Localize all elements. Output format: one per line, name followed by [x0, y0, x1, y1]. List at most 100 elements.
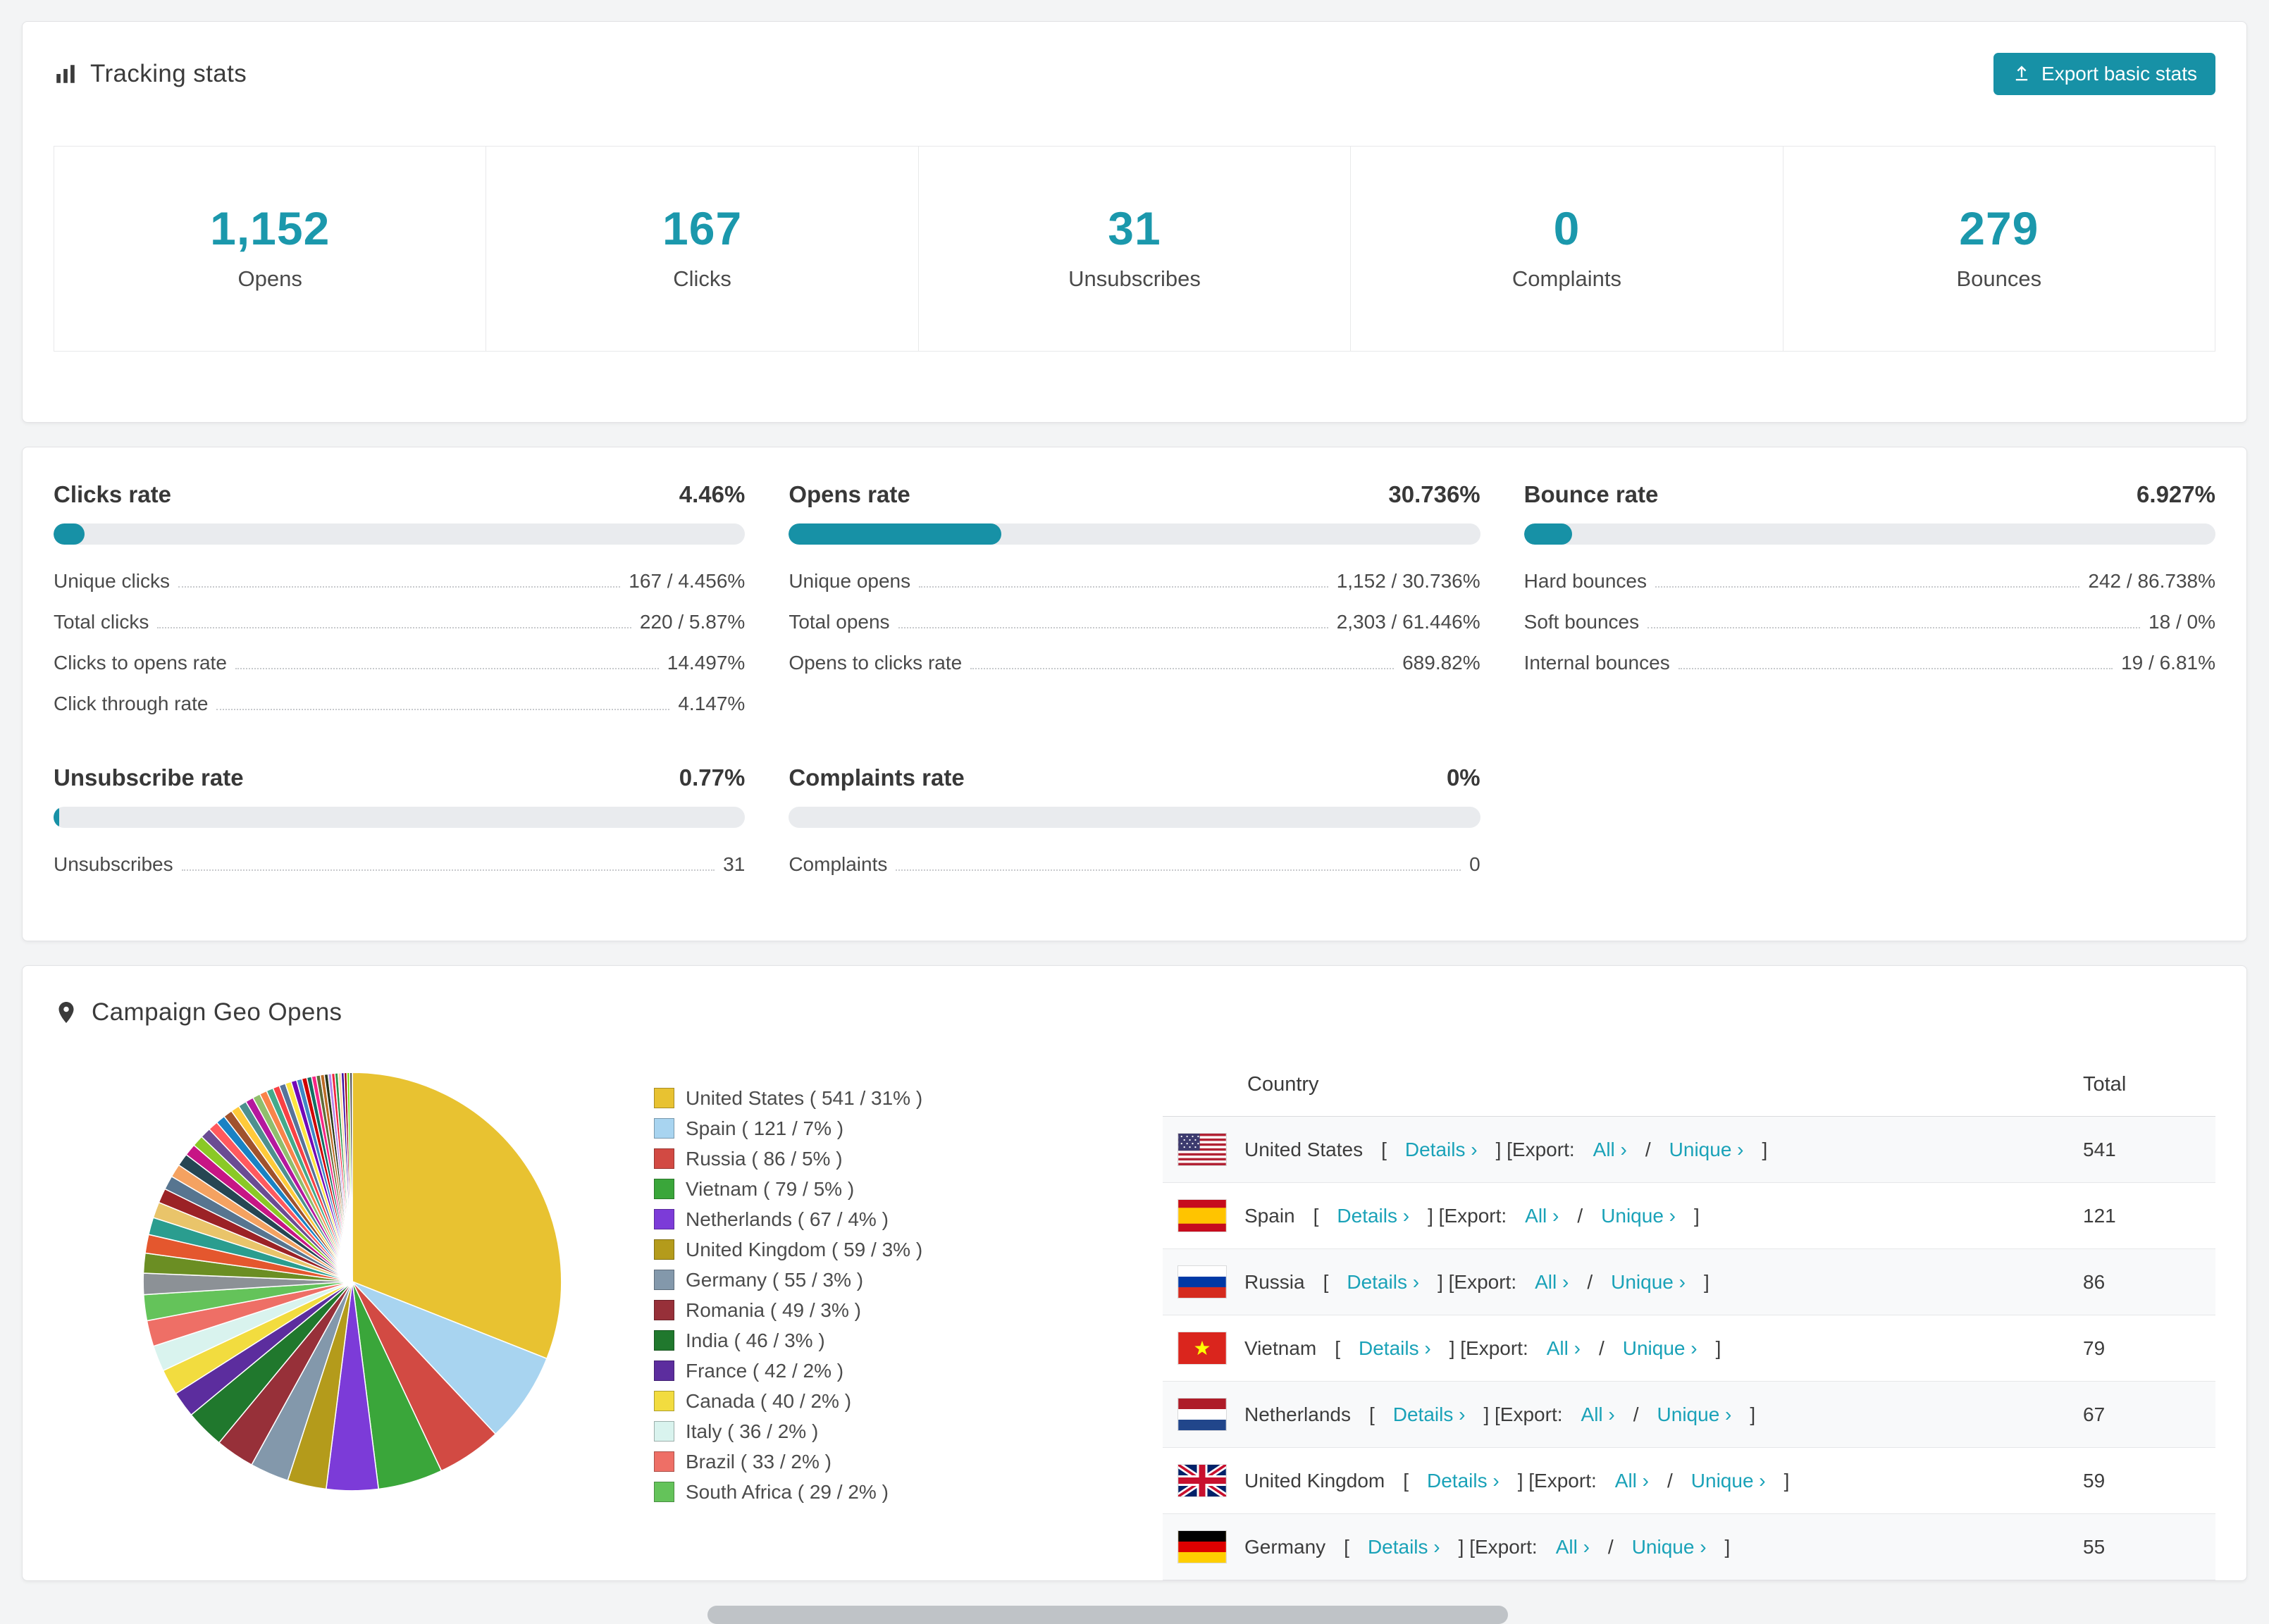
rate-value: 30.736%: [1388, 481, 1480, 507]
geo-content: United States ( 541 / 31% ) Spain ( 121 /…: [54, 1046, 2215, 1580]
progress-bar-fill: [1523, 523, 1572, 545]
export-unique-link[interactable]: Unique ›: [1601, 1205, 1676, 1227]
legend-swatch: [654, 1421, 674, 1442]
country-cell: Germany [Details ›] [Export: All › / Uni…: [1163, 1513, 2067, 1580]
stat-label: Complaints: [1511, 266, 1621, 291]
legend-swatch: [654, 1451, 674, 1472]
legend-label: Germany ( 55 / 3% ): [686, 1268, 864, 1291]
details-link[interactable]: Details ›: [1368, 1536, 1440, 1558]
rate-value: 0%: [1446, 764, 1480, 791]
geo-table: Country Total United States [Details ›] …: [1163, 1050, 2215, 1580]
legend-swatch: [654, 1118, 674, 1139]
details-link[interactable]: Details ›: [1393, 1403, 1466, 1426]
legend-label: Russia ( 86 / 5% ): [686, 1147, 843, 1170]
details-link[interactable]: Details ›: [1347, 1271, 1419, 1294]
details-link[interactable]: Details ›: [1427, 1470, 1500, 1492]
geo-table-header-row: Country Total: [1163, 1050, 2215, 1117]
rate-row: Internal bounces 19 / 6.81%: [1524, 636, 2215, 677]
export-icon: [2012, 64, 2032, 84]
stat-box: 167 Clicks: [486, 147, 919, 351]
flag-gb-icon: [1178, 1465, 1226, 1496]
stat-value: 31: [1108, 202, 1161, 254]
details-link[interactable]: Details ›: [1359, 1337, 1431, 1360]
legend-swatch: [654, 1391, 674, 1411]
export-unique-link[interactable]: Unique ›: [1669, 1139, 1744, 1161]
details-link[interactable]: Details ›: [1337, 1205, 1409, 1227]
dotted-leader: [896, 869, 1461, 871]
country-cell-content: United Kingdom [Details ›] [Export: All …: [1178, 1465, 2067, 1496]
rates-card: Clicks rate 4.46% Unique clicks 167 / 4.456…: [22, 447, 2247, 941]
legend-item: Russia ( 86 / 5% ): [654, 1143, 1049, 1174]
legend-swatch: [654, 1179, 674, 1199]
country-cell: Netherlands [Details ›] [Export: All › /…: [1163, 1381, 2067, 1448]
tracking-stats-row: 1,152 Opens 167 Clicks 31 Unsubscribes 0 Compla…: [54, 146, 2215, 352]
table-row: Spain [Details ›] [Export: All › / Uniqu…: [1163, 1182, 2215, 1249]
export-unique-link[interactable]: Unique ›: [1623, 1337, 1698, 1360]
rate-row-label: Internal bounces: [1523, 652, 1670, 674]
stat-value: 1,152: [210, 202, 330, 254]
rate-block: Opens rate 30.736% Unique opens 1,152 / 30.…: [789, 481, 1480, 718]
flag-ru-icon: [1178, 1266, 1226, 1298]
total-cell: 55: [2067, 1513, 2215, 1580]
rate-row-value: 242 / 86.738%: [2088, 570, 2215, 592]
rate-value: 4.46%: [679, 481, 746, 507]
rate-block: Bounce rate 6.927% Hard bounces 242 / 86.73…: [1523, 481, 2215, 718]
export-all-link[interactable]: All ›: [1593, 1139, 1627, 1161]
stat-box: 1,152 Opens: [54, 147, 487, 351]
rate-title: Bounce rate: [1523, 481, 1659, 507]
horizontal-scrollbar-thumb[interactable]: [707, 1606, 1508, 1624]
rate-row: Total opens 2,303 / 61.446%: [789, 595, 1480, 636]
legend-label: United States ( 541 / 31% ): [686, 1086, 923, 1109]
legend-label: India ( 46 / 3% ): [686, 1329, 825, 1351]
export-all-link[interactable]: All ›: [1615, 1470, 1649, 1492]
geo-pie-legend: United States ( 541 / 31% ) Spain ( 121 /…: [654, 1083, 1049, 1507]
country-cell: Vietnam [Details ›] [Export: All › / Uni…: [1163, 1315, 2067, 1382]
stat-box: 279 Bounces: [1783, 147, 2215, 351]
legend-item: Netherlands ( 67 / 4% ): [654, 1204, 1049, 1234]
rate-row: Hard bounces 242 / 86.738%: [1524, 554, 2215, 595]
country-cell-content: Netherlands [Details ›] [Export: All › /…: [1178, 1399, 2067, 1430]
rate-block: Unsubscribe rate 0.77% Unsubscribes 31: [54, 764, 746, 879]
export-all-link[interactable]: All ›: [1547, 1337, 1581, 1360]
rate-rows: Complaints 0: [789, 838, 1480, 879]
legend-label: Canada ( 40 / 2% ): [686, 1389, 852, 1412]
rate-rows: Unique clicks 167 / 4.456% Total clicks 220…: [54, 554, 745, 718]
bar-chart-icon: [54, 62, 78, 86]
export-all-link[interactable]: All ›: [1525, 1205, 1559, 1227]
progress-bar-fill: [789, 523, 1001, 545]
legend-label: Romania ( 49 / 3% ): [686, 1298, 861, 1321]
legend-label: Brazil ( 33 / 2% ): [686, 1450, 831, 1473]
export-button-label: Export basic stats: [2041, 63, 2197, 85]
progress-bar: [1523, 523, 2215, 545]
export-unique-link[interactable]: Unique ›: [1611, 1271, 1686, 1294]
rate-row-label: Hard bounces: [1523, 570, 1647, 592]
legend-item: Italy ( 36 / 2% ): [654, 1416, 1049, 1446]
export-all-link[interactable]: All ›: [1535, 1271, 1569, 1294]
rate-row-value: 31: [723, 853, 746, 875]
export-all-link[interactable]: All ›: [1556, 1536, 1590, 1558]
export-unique-link[interactable]: Unique ›: [1657, 1403, 1732, 1426]
rate-row-label: Clicks to opens rate: [54, 652, 227, 674]
legend-label: South Africa ( 29 / 2% ): [686, 1480, 889, 1503]
column-header-country: Country: [1163, 1050, 2067, 1117]
rate-title: Opens rate: [789, 481, 910, 507]
legend-swatch: [654, 1239, 674, 1260]
progress-bar-fill: [54, 523, 85, 545]
legend-swatch: [654, 1209, 674, 1229]
rate-row-value: 19 / 6.81%: [2121, 652, 2215, 674]
geo-opens-title: Campaign Geo Opens: [92, 998, 342, 1026]
rate-value: 6.927%: [2137, 481, 2215, 507]
details-link[interactable]: Details ›: [1405, 1139, 1478, 1161]
rate-head: Clicks rate 4.46%: [54, 481, 745, 508]
export-unique-link[interactable]: Unique ›: [1691, 1470, 1766, 1492]
export-all-link[interactable]: All ›: [1581, 1403, 1615, 1426]
legend-item: Vietnam ( 79 / 5% ): [654, 1174, 1049, 1204]
rate-row-label: Unique clicks: [54, 570, 170, 592]
rate-row: Unique clicks 167 / 4.456%: [54, 554, 745, 595]
stat-value: 167: [662, 202, 743, 254]
export-basic-stats-button[interactable]: Export basic stats: [1993, 53, 2215, 95]
table-row: United Kingdom [Details ›] [Export: All …: [1163, 1447, 2215, 1514]
geo-opens-header: Campaign Geo Opens: [54, 998, 2215, 1027]
stat-label: Clicks: [673, 266, 731, 291]
export-unique-link[interactable]: Unique ›: [1632, 1536, 1707, 1558]
